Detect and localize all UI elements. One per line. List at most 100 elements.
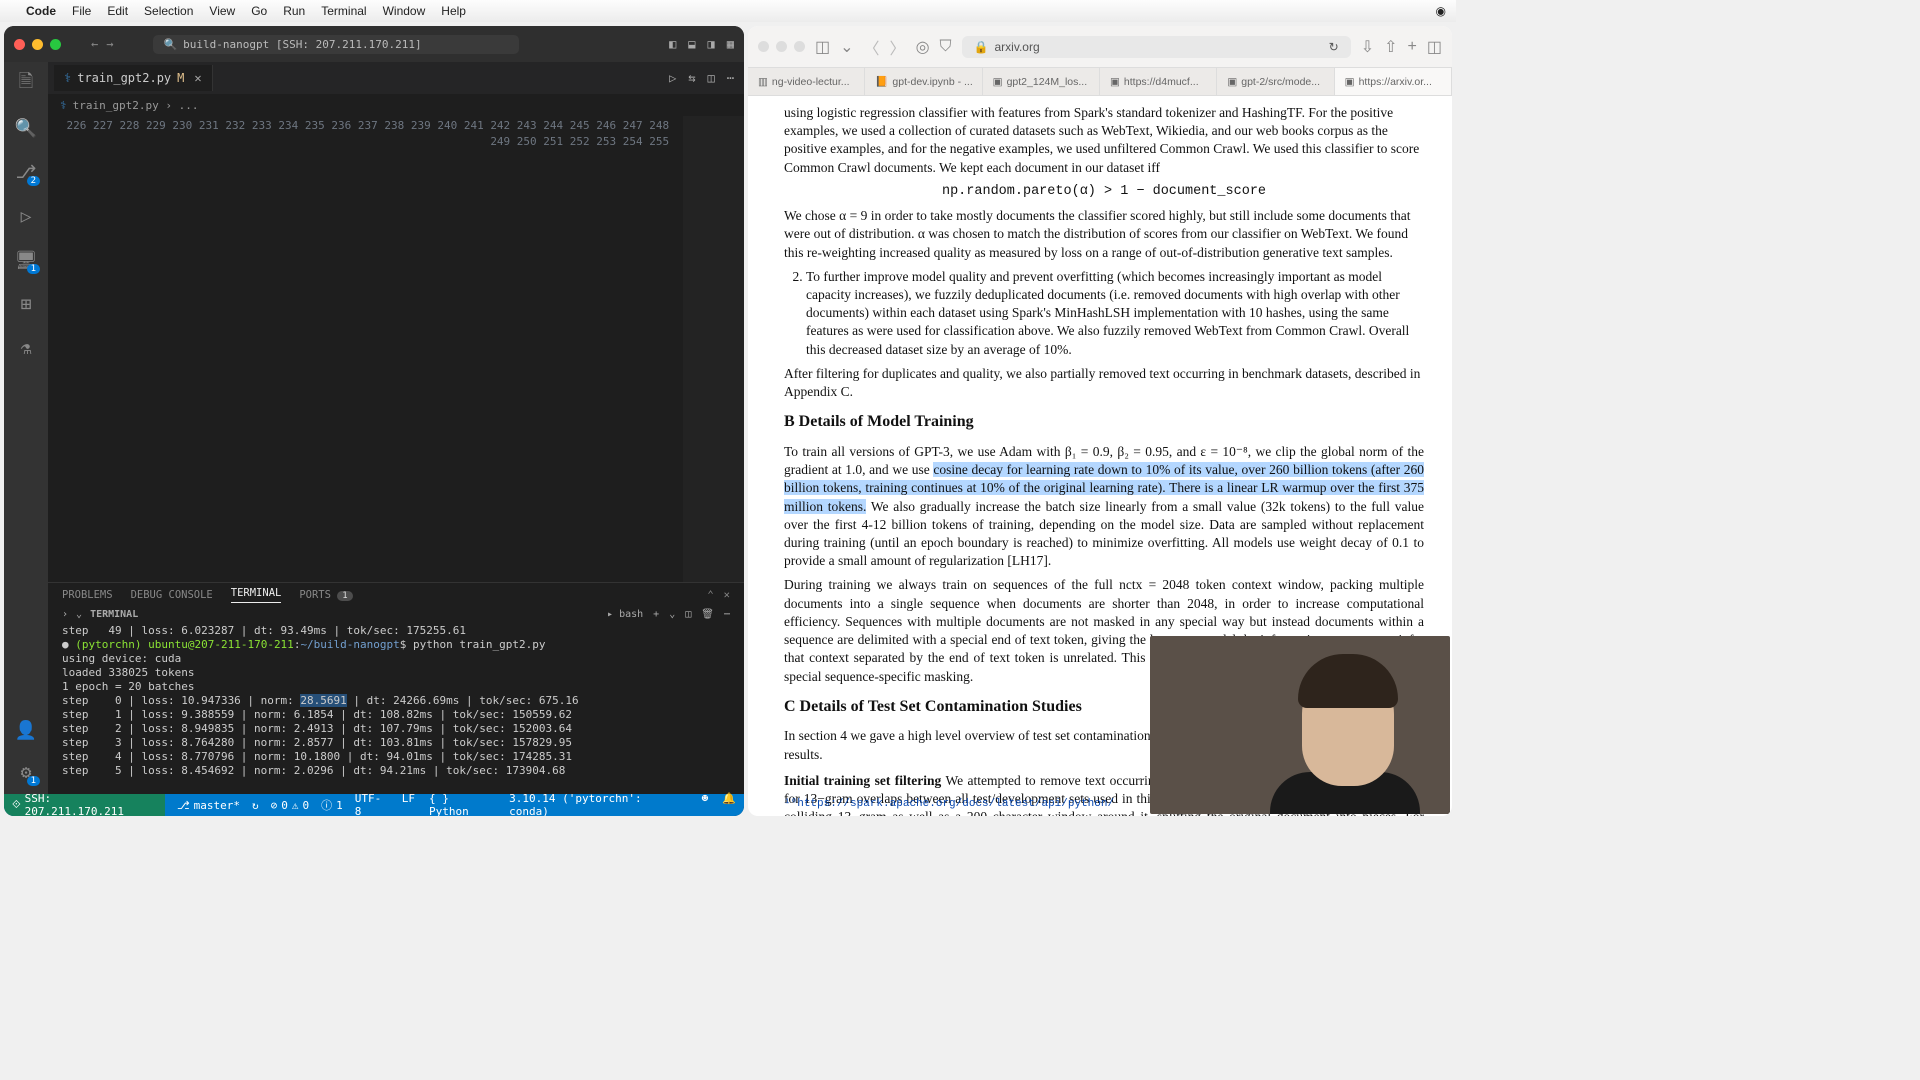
code-editor[interactable]: 226 227 228 229 230 231 232 233 234 235 … — [48, 116, 744, 582]
workspace-title: build-nanogpt [SSH: 207.211.170.211] — [183, 38, 421, 51]
accounts-icon[interactable]: 👤 — [14, 718, 38, 742]
breadcrumb-text: train_gpt2.py › ... — [73, 99, 199, 112]
nav-fwd-icon[interactable]: → — [106, 37, 113, 51]
paper-content[interactable]: using logistic regression classifier wit… — [748, 96, 1452, 816]
safari-tab[interactable]: ▣gpt-2/src/mode... — [1217, 68, 1334, 95]
window-controls[interactable] — [758, 41, 805, 52]
window-controls[interactable] — [14, 39, 61, 50]
bottom-panel: PROBLEMS DEBUG CONSOLE TERMINAL PORTS 1 … — [48, 582, 744, 794]
tab-train-gpt2[interactable]: ⚕ train_gpt2.py M ✕ — [54, 65, 213, 91]
menu-view[interactable]: View — [209, 4, 235, 18]
paper-text: using logistic regression classifier wit… — [784, 104, 1424, 177]
line-numbers: 226 227 228 229 230 231 232 233 234 235 … — [48, 116, 683, 582]
nav-back-icon[interactable]: ← — [91, 37, 98, 51]
chevron-down-icon[interactable]: ⌄ — [840, 37, 853, 57]
menu-window[interactable]: Window — [383, 4, 426, 18]
split-terminal-icon[interactable]: ◫ — [685, 609, 691, 620]
menu-terminal[interactable]: Terminal — [321, 4, 366, 18]
tab-label: train_gpt2.py — [77, 71, 171, 85]
feedback-icon[interactable]: ☻ — [702, 792, 709, 816]
breadcrumbs[interactable]: ⚕ train_gpt2.py › ... — [48, 94, 744, 116]
reload-icon[interactable]: ↻ — [1329, 40, 1339, 54]
bell-icon[interactable]: 🔔 — [722, 792, 736, 816]
favicon-icon: ▣ — [1227, 76, 1237, 88]
maximize-panel-icon[interactable]: ⌃ — [707, 589, 713, 601]
shield-icon[interactable]: ⛉ — [940, 38, 952, 56]
privacy-icon[interactable]: ◎ — [916, 37, 930, 57]
split-editor-icon[interactable]: ◫ — [708, 71, 715, 85]
new-terminal-icon[interactable]: + — [653, 609, 659, 620]
git-branch[interactable]: ⎇ master* — [177, 799, 240, 812]
panel-tab-debug[interactable]: DEBUG CONSOLE — [131, 589, 213, 601]
screenrec-icon[interactable]: ◉ — [1436, 4, 1446, 18]
footnote-link[interactable]: ¹⁰https://spark.apache.org/docs/latest/a… — [784, 798, 1114, 810]
command-center[interactable]: 🔍 build-nanogpt [SSH: 207.211.170.211] — [153, 35, 519, 54]
sync-icon[interactable]: ↻ — [252, 799, 259, 812]
settings-gear-icon[interactable]: ⚙1 — [14, 760, 38, 784]
diff-icon[interactable]: ⇆ — [688, 71, 695, 85]
layout-icon[interactable]: ▦ — [727, 37, 734, 51]
address-bar[interactable]: 🔒 arxiv.org ↻ — [962, 36, 1351, 58]
panel-tab-problems[interactable]: PROBLEMS — [62, 589, 113, 601]
search-icon[interactable]: 🔍 — [14, 116, 38, 140]
python-interpreter[interactable]: 3.10.14 ('pytorchn': conda) — [509, 792, 687, 816]
run-debug-icon[interactable]: ▷ — [14, 204, 38, 228]
menu-run[interactable]: Run — [283, 4, 305, 18]
info-count[interactable]: ⓘ 1 — [321, 797, 343, 813]
minimap[interactable] — [683, 116, 744, 582]
panel-tab-ports[interactable]: PORTS 1 — [299, 589, 352, 601]
fwd-icon[interactable]: 〉 — [890, 35, 906, 59]
remote-indicator[interactable]: ⟐ SSH: 207.211.170.211 — [4, 794, 165, 816]
safari-tab[interactable]: ▣gpt2_124M_los... — [983, 68, 1100, 95]
remote-explorer-icon[interactable]: 🖥1 — [14, 248, 38, 272]
favicon-icon: 📙 — [875, 75, 888, 88]
safari-tab[interactable]: ▣https://d4mucf... — [1100, 68, 1217, 95]
encoding[interactable]: UTF-8 — [355, 792, 388, 816]
safari-tab[interactable]: 📙gpt-dev.ipynb - ... — [865, 68, 982, 95]
errors-count[interactable]: ⊘ 0 ⚠ 0 — [271, 799, 310, 812]
panel-bottom-icon[interactable]: ⬓ — [688, 37, 695, 51]
safari-toolbar: ◫ ⌄ 〈 〉 ◎ ⛉ 🔒 arxiv.org ↻ ⇩ ⇧ + ◫ — [748, 26, 1452, 68]
download-icon[interactable]: ⇩ — [1361, 37, 1374, 57]
menu-edit[interactable]: Edit — [107, 4, 128, 18]
back-icon[interactable]: 〈 — [864, 35, 880, 59]
vscode-window: ← → 🔍 build-nanogpt [SSH: 207.211.170.211]… — [4, 26, 744, 816]
explorer-icon[interactable]: 🗎 — [14, 72, 38, 96]
favicon-icon: ▣ — [1345, 76, 1355, 88]
webcam-overlay — [1150, 636, 1450, 814]
menu-go[interactable]: Go — [251, 4, 267, 18]
chevron-down-icon[interactable]: ⌄ — [76, 609, 82, 620]
chevron-right-icon[interactable]: › — [62, 609, 68, 620]
tabs-icon[interactable]: ◫ — [1427, 37, 1442, 57]
safari-tab[interactable]: ▣https://arxiv.or... — [1335, 68, 1452, 95]
paper-text: To train all versions of GPT-3, we use A… — [784, 443, 1424, 571]
search-icon: 🔍 — [163, 38, 177, 51]
testing-icon[interactable]: ⚗ — [14, 336, 38, 360]
eol[interactable]: LF — [402, 792, 415, 816]
more-icon[interactable]: ⋯ — [727, 71, 734, 85]
panel-right-icon[interactable]: ◨ — [708, 37, 715, 51]
terminal-output[interactable]: step 49 | loss: 6.023287 | dt: 93.49ms |… — [48, 622, 744, 794]
terminal-dropdown-icon[interactable]: ⌄ — [669, 609, 675, 620]
language-mode[interactable]: { } Python — [429, 792, 495, 816]
panel-tab-terminal[interactable]: TERMINAL — [231, 587, 282, 603]
safari-tab[interactable]: ▥ng-video-lectur... — [748, 68, 865, 95]
new-tab-icon[interactable]: + — [1408, 38, 1417, 56]
app-name[interactable]: Code — [26, 4, 56, 18]
shell-label[interactable]: ▸ bash — [607, 609, 643, 620]
modified-indicator: M — [177, 71, 184, 85]
extensions-icon[interactable]: ⊞ — [14, 292, 38, 316]
menu-help[interactable]: Help — [441, 4, 466, 18]
run-icon[interactable]: ▷ — [669, 71, 676, 85]
more-terminal-icon[interactable]: ⋯ — [724, 609, 730, 620]
close-tab-icon[interactable]: ✕ — [194, 71, 201, 85]
close-panel-icon[interactable]: ✕ — [724, 589, 730, 601]
source-control-icon[interactable]: ⎇2 — [14, 160, 38, 184]
share-icon[interactable]: ⇧ — [1384, 37, 1397, 57]
menu-selection[interactable]: Selection — [144, 4, 193, 18]
panel-left-icon[interactable]: ◧ — [669, 37, 676, 51]
paper-text: We chose α = 9 in order to take mostly d… — [784, 207, 1424, 262]
sidebar-icon[interactable]: ◫ — [815, 37, 830, 57]
menu-file[interactable]: File — [72, 4, 91, 18]
kill-terminal-icon[interactable]: 🗑 — [701, 609, 714, 620]
